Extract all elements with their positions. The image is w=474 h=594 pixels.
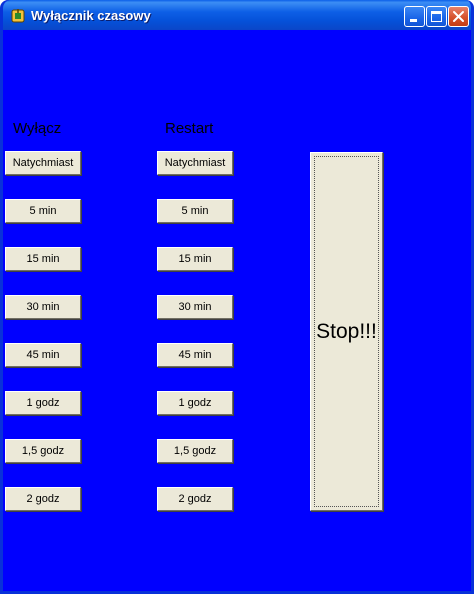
shutdown-5min-button[interactable]: 5 min xyxy=(5,199,81,223)
restart-column-label: Restart xyxy=(165,120,214,137)
shutdown-45min-button[interactable]: 45 min xyxy=(5,343,81,367)
main-window: Wyłącznik czasowy Wyłącz Restart Natychm… xyxy=(0,0,474,594)
app-icon[interactable] xyxy=(10,8,26,24)
stop-button[interactable]: Stop!!! xyxy=(310,152,383,511)
shutdown-15min-button[interactable]: 15 min xyxy=(5,247,81,271)
restart-now-button[interactable]: Natychmiast xyxy=(157,151,233,175)
shutdown-30min-button[interactable]: 30 min xyxy=(5,295,81,319)
window-title: Wyłącznik czasowy xyxy=(31,8,151,23)
shutdown-2h-button[interactable]: 2 godz xyxy=(5,487,81,511)
restart-1-5h-button[interactable]: 1,5 godz xyxy=(157,439,233,463)
restart-15min-button[interactable]: 15 min xyxy=(157,247,233,271)
shutdown-1h-button[interactable]: 1 godz xyxy=(5,391,81,415)
shutdown-1-5h-button[interactable]: 1,5 godz xyxy=(5,439,81,463)
title-bar[interactable]: Wyłącznik czasowy xyxy=(3,0,471,30)
shutdown-column-label: Wyłącz xyxy=(13,120,62,137)
restart-5min-button[interactable]: 5 min xyxy=(157,199,233,223)
stop-button-label: Stop!!! xyxy=(316,319,377,343)
maximize-icon xyxy=(431,11,442,22)
restart-30min-button[interactable]: 30 min xyxy=(157,295,233,319)
client-area: Wyłącz Restart Natychmiast 5 min 15 min … xyxy=(3,30,471,591)
restart-45min-button[interactable]: 45 min xyxy=(157,343,233,367)
close-icon xyxy=(453,11,464,22)
restart-2h-button[interactable]: 2 godz xyxy=(157,487,233,511)
minimize-button[interactable] xyxy=(404,6,425,27)
restart-1h-button[interactable]: 1 godz xyxy=(157,391,233,415)
close-button[interactable] xyxy=(448,6,469,27)
shutdown-now-button[interactable]: Natychmiast xyxy=(5,151,81,175)
minimize-icon xyxy=(410,19,417,22)
maximize-button[interactable] xyxy=(426,6,447,27)
